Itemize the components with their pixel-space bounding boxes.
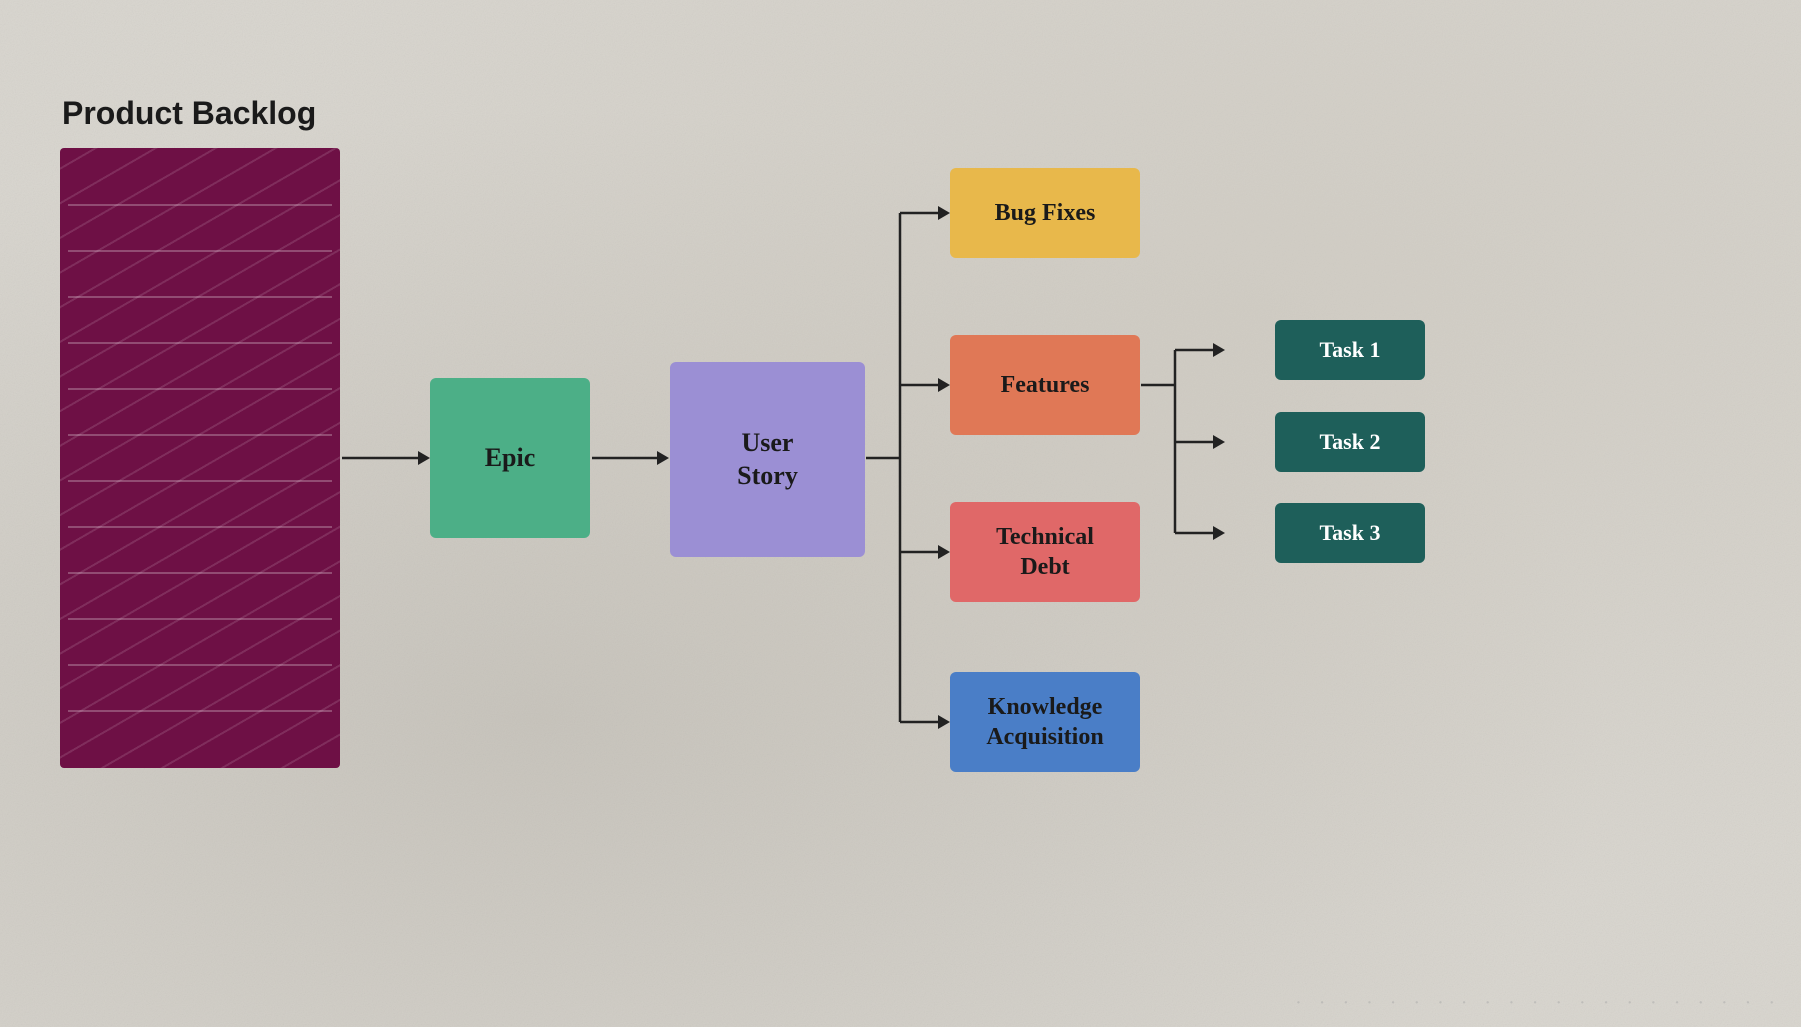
backlog-line xyxy=(68,666,332,712)
knowledge-acquisition-box: KnowledgeAcquisition xyxy=(950,672,1140,772)
backlog-line xyxy=(68,344,332,390)
backlog-line xyxy=(68,528,332,574)
technical-debt-box: TechnicalDebt xyxy=(950,502,1140,602)
backlog-line xyxy=(68,252,332,298)
task3-box: Task 3 xyxy=(1275,503,1425,563)
backlog-line xyxy=(68,206,332,252)
features-box: Features xyxy=(950,335,1140,435)
backlog-line xyxy=(68,712,332,756)
dotted-decoration: · · · · · · · · · · · · · · · · · · · · … xyxy=(1295,992,1781,1015)
bug-fixes-box: Bug Fixes xyxy=(950,168,1140,258)
backlog-line xyxy=(68,620,332,666)
backlog-line xyxy=(68,436,332,482)
backlog-line xyxy=(68,298,332,344)
backlog-stack xyxy=(60,148,340,768)
task2-box: Task 2 xyxy=(1275,412,1425,472)
task1-box: Task 1 xyxy=(1275,320,1425,380)
backlog-line xyxy=(68,482,332,528)
epic-box: Epic xyxy=(430,378,590,538)
backlog-line xyxy=(68,574,332,620)
backlog-line xyxy=(68,160,332,206)
user-story-box: UserStory xyxy=(670,362,865,557)
backlog-line xyxy=(68,390,332,436)
backlog-title: Product Backlog xyxy=(62,95,316,132)
